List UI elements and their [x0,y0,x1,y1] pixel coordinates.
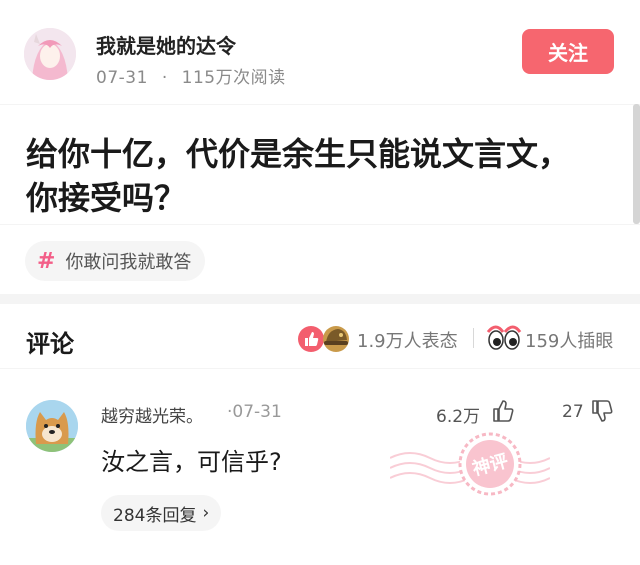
meta-separator: · [161,68,168,88]
eyes-count[interactable]: 159人插眼 [525,327,613,353]
thumbs-down-icon[interactable] [589,397,617,425]
post-header: 我就是她的达令 07-31 · 115万次阅读 关注 [0,0,640,104]
topic-tag[interactable]: # 你敢问我就敢答 [25,241,206,281]
divider [0,224,640,225]
comments-header: 评论 1.9万人表态 159人插眼 [0,308,640,368]
author-name[interactable]: 我就是她的达令 [96,30,236,59]
commenter-name[interactable]: 越穷越光荣。 [101,402,203,427]
comment-text: 汝之言，可信乎? [101,448,282,476]
divider [0,104,640,105]
hat-reaction-icon[interactable] [320,322,352,354]
follow-button[interactable]: 关注 [522,29,614,74]
scrollbar[interactable] [633,104,640,224]
title-line: 你接受吗？ [26,179,187,217]
hashtag-icon: # [37,248,56,274]
view-replies-button[interactable]: 284条回复 › [101,495,222,531]
post-meta: 07-31 · 115万次阅读 [96,63,286,88]
topic-tag-label: 你敢问我就敢答 [65,252,192,273]
section-divider [0,294,640,304]
view-count: 115万次阅读 [181,68,286,88]
title-line: 给你十亿，代价是余生只能说文言文， [26,135,571,173]
separator [473,328,474,348]
comment-item: 越穷越光荣。 ·07-31 6.2万 27 神评 汝之言，可信乎? 284条回复… [0,384,640,565]
comment-date: ·07-31 [227,402,282,422]
commenter-avatar[interactable] [26,400,78,452]
eyes-icon[interactable] [486,324,522,352]
post-date: 07-31 [96,68,148,88]
author-avatar[interactable] [24,28,76,80]
reply-count: 284条回复 [113,505,197,526]
comment-dislike-count: 27 [562,402,584,422]
divider [0,368,640,369]
reaction-count[interactable]: 1.9万人表态 [357,327,458,353]
post-title: 给你十亿，代价是余生只能说文言文， 你接受吗？ [26,132,616,220]
top-comment-stamp: 神评 [390,432,550,496]
chevron-right-icon: › [202,503,210,523]
comments-title: 评论 [26,330,74,358]
